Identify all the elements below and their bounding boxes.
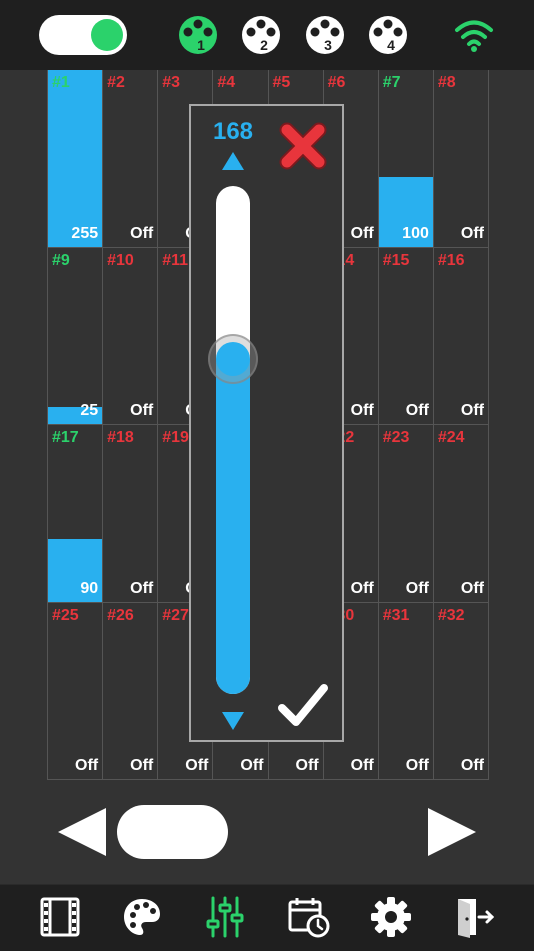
channel-cell[interactable]: #32 Off xyxy=(433,602,489,780)
channel-cell[interactable]: #2 Off xyxy=(103,70,159,248)
channel-value: Off xyxy=(295,757,319,774)
channel-value: Off xyxy=(130,757,154,774)
calendar-clock-icon[interactable] xyxy=(287,895,331,939)
channel-value: Off xyxy=(240,757,264,774)
channel-cell[interactable]: #7 100 xyxy=(378,70,434,248)
master-toggle-knob xyxy=(91,19,123,51)
channel-value: 100 xyxy=(402,224,429,242)
film-icon[interactable] xyxy=(38,895,82,939)
channel-number: #23 xyxy=(382,429,410,446)
channel-value: 90 xyxy=(80,579,99,597)
channel-number: #9 xyxy=(52,251,70,269)
channel-value: Off xyxy=(405,757,429,774)
channel-number: #18 xyxy=(107,429,134,446)
channel-cell[interactable]: #9 25 xyxy=(48,247,104,425)
popup-value: 168 xyxy=(212,118,254,145)
universe-2-icon[interactable]: 2 xyxy=(241,15,281,55)
channel-value: Off xyxy=(405,579,429,597)
channel-number: #16 xyxy=(437,251,465,269)
master-toggle[interactable] xyxy=(39,15,127,55)
sliders-icon[interactable] xyxy=(203,895,247,939)
channel-value: Off xyxy=(405,402,429,419)
channel-value: 25 xyxy=(80,402,99,419)
channel-number: #27 xyxy=(162,606,189,624)
channel-value: Off xyxy=(460,579,484,597)
wifi-icon xyxy=(455,20,493,52)
channel-value: Off xyxy=(350,757,374,774)
channel-cell[interactable]: #1 255 xyxy=(48,70,104,248)
channel-number: #7 xyxy=(382,74,401,91)
channel-number: #2 xyxy=(107,74,125,91)
channel-number: #32 xyxy=(437,606,465,624)
exit-icon[interactable] xyxy=(452,895,496,939)
channel-number: #6 xyxy=(327,74,346,91)
top-bar: 1 2 3 4 xyxy=(0,0,534,70)
channel-value: Off xyxy=(350,402,374,419)
universe-number: 4 xyxy=(387,37,395,53)
universe-4-icon[interactable]: 4 xyxy=(368,15,408,55)
channel-number: #31 xyxy=(382,606,410,624)
channel-value: 255 xyxy=(71,224,99,242)
universe-number: 3 xyxy=(324,37,332,53)
channel-cell[interactable]: #10 Off xyxy=(103,247,159,425)
channel-cell[interactable]: #25 Off xyxy=(48,602,104,780)
universe-1-icon[interactable]: 1 xyxy=(178,15,218,55)
level-slider-fill xyxy=(216,359,250,694)
channel-number: #5 xyxy=(272,74,291,91)
channel-cell[interactable]: #23 Off xyxy=(378,425,434,603)
level-slider-thumb[interactable] xyxy=(208,334,258,385)
channel-value: Off xyxy=(350,579,374,597)
channel-number: #10 xyxy=(107,251,134,269)
palette-icon[interactable] xyxy=(120,895,164,939)
channel-cell[interactable]: #26 Off xyxy=(103,602,159,780)
channel-value: Off xyxy=(75,757,99,774)
channel-number: #1 xyxy=(52,74,70,91)
channel-number: #11 xyxy=(162,251,189,269)
universe-3-icon[interactable]: 3 xyxy=(305,15,345,55)
channel-cell[interactable]: #31 Off xyxy=(378,602,434,780)
channel-number: #3 xyxy=(162,74,181,91)
channel-level-bar xyxy=(48,70,103,247)
channel-value: Off xyxy=(130,224,154,242)
level-slider-track[interactable] xyxy=(216,186,250,694)
bottom-nav-bar xyxy=(0,884,534,951)
channel-number: #17 xyxy=(52,429,79,446)
increase-arrow-icon[interactable] xyxy=(221,150,245,172)
gear-icon[interactable] xyxy=(369,895,413,939)
page-scroll-handle[interactable] xyxy=(117,805,228,859)
channel-number: #24 xyxy=(437,429,465,446)
channel-value: Off xyxy=(185,757,209,774)
channel-cell[interactable]: #24 Off xyxy=(433,425,489,603)
channel-cell[interactable]: #17 90 xyxy=(48,425,104,603)
channel-value: Off xyxy=(460,224,484,242)
channel-number: #19 xyxy=(162,429,189,446)
channel-cell[interactable]: #15 Off xyxy=(378,247,434,425)
channel-value: Off xyxy=(460,402,484,419)
channel-value: Off xyxy=(350,224,374,242)
decrease-arrow-icon[interactable] xyxy=(221,710,245,732)
channel-cell[interactable]: #8 Off xyxy=(433,70,489,248)
channel-number: #15 xyxy=(382,251,410,269)
close-icon[interactable] xyxy=(277,120,329,172)
channel-number: #4 xyxy=(217,74,236,91)
channel-number: #8 xyxy=(437,74,456,91)
channel-value: Off xyxy=(130,402,154,419)
previous-page-arrow-icon[interactable] xyxy=(56,806,108,858)
channel-value: Off xyxy=(130,579,154,597)
universe-number: 2 xyxy=(260,37,268,53)
channel-cell[interactable]: #16 Off xyxy=(433,247,489,425)
channel-number: #25 xyxy=(52,606,79,624)
level-popup: 168 xyxy=(189,104,344,742)
next-page-arrow-icon[interactable] xyxy=(426,806,478,858)
channel-value: Off xyxy=(460,757,484,774)
universe-number: 1 xyxy=(197,37,205,53)
channel-number: #26 xyxy=(107,606,134,624)
channel-cell[interactable]: #18 Off xyxy=(103,425,159,603)
confirm-check-icon[interactable] xyxy=(277,682,329,730)
